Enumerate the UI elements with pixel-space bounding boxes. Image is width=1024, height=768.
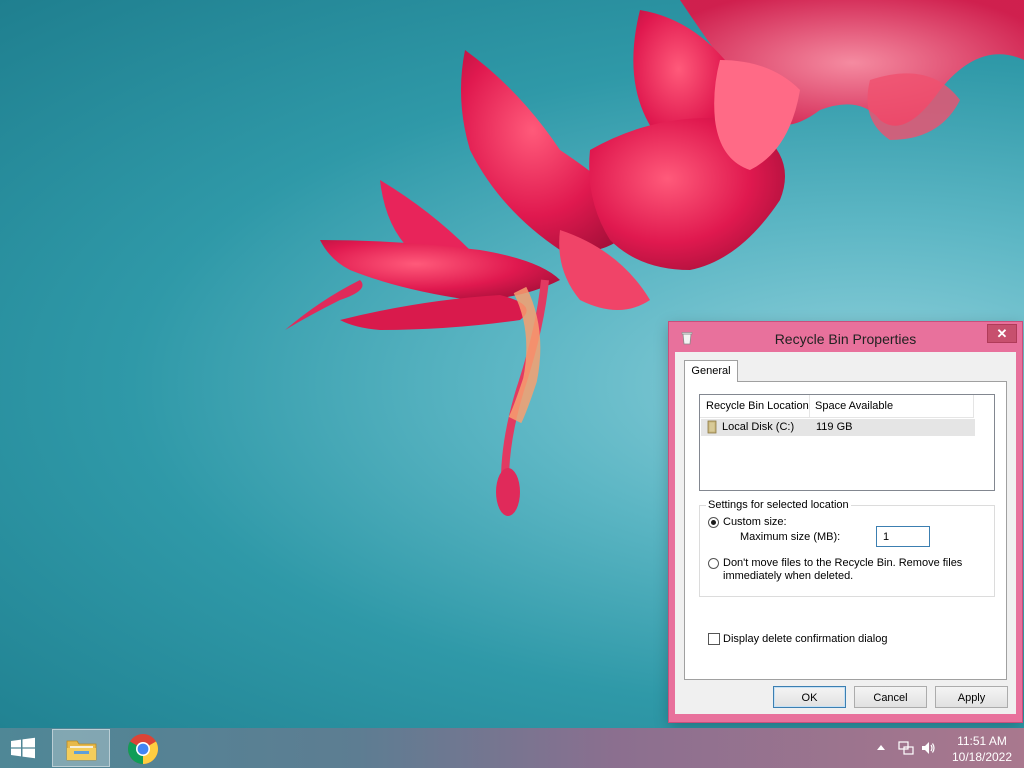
list-item[interactable]: Local Disk (C:) 119 GB xyxy=(701,419,975,436)
dialog-client: General Recycle Bin Location Space Avail… xyxy=(675,352,1016,714)
location-cell: Local Disk (C:) xyxy=(722,421,795,433)
location-list[interactable]: Recycle Bin Location Space Available Loc… xyxy=(699,394,995,491)
recycle-bin-properties-dialog: Recycle Bin Properties ✕ General Recycle… xyxy=(669,322,1022,722)
max-size-input[interactable] xyxy=(876,526,930,547)
list-header: Recycle Bin Location Space Available xyxy=(700,395,974,418)
dont-move-radio[interactable] xyxy=(708,558,719,569)
tab-general[interactable]: General xyxy=(684,360,738,382)
dialog-titlebar[interactable]: Recycle Bin Properties ✕ xyxy=(669,322,1022,354)
delete-confirmation-label[interactable]: Display delete confirmation dialog xyxy=(723,633,887,645)
chrome-icon xyxy=(127,734,159,764)
space-cell: 119 GB xyxy=(816,421,853,433)
chevron-up-icon[interactable] xyxy=(877,744,885,750)
clock-date: 10/18/2022 xyxy=(951,750,1013,764)
general-tab-panel: Recycle Bin Location Space Available Loc… xyxy=(684,381,1007,680)
column-header-location[interactable]: Recycle Bin Location xyxy=(706,400,809,412)
column-header-space[interactable]: Space Available xyxy=(815,400,893,412)
settings-group-label: Settings for selected location xyxy=(706,499,851,511)
drive-icon xyxy=(707,420,717,434)
volume-icon[interactable] xyxy=(920,740,936,756)
delete-confirmation-checkbox[interactable] xyxy=(708,633,720,645)
apply-button[interactable]: Apply xyxy=(935,686,1008,708)
folder-icon xyxy=(66,740,97,761)
custom-size-label[interactable]: Custom size: xyxy=(723,516,787,528)
windows-start-icon[interactable] xyxy=(8,737,38,759)
dialog-title: Recycle Bin Properties xyxy=(774,331,917,347)
network-icon[interactable] xyxy=(898,740,914,756)
dont-move-label-line2[interactable]: immediately when deleted. xyxy=(723,570,853,582)
taskbar: 11:51 AM 10/18/2022 xyxy=(0,728,1024,768)
system-tray xyxy=(874,728,938,768)
settings-group: Settings for selected location Custom si… xyxy=(699,499,995,597)
dont-move-label[interactable]: Don't move files to the Recycle Bin. Rem… xyxy=(723,557,962,569)
close-icon: ✕ xyxy=(996,326,1008,341)
clock-time: 11:51 AM xyxy=(957,734,1007,748)
column-separator[interactable] xyxy=(973,395,974,417)
custom-size-radio[interactable] xyxy=(708,517,719,528)
taskbar-file-explorer[interactable] xyxy=(52,729,110,767)
close-button[interactable]: ✕ xyxy=(987,324,1017,343)
max-size-label: Maximum size (MB): xyxy=(740,531,841,543)
column-separator[interactable] xyxy=(809,395,810,417)
taskbar-clock[interactable]: 11:51 AM 10/18/2022 xyxy=(944,733,1020,765)
cancel-button[interactable]: Cancel xyxy=(854,686,927,708)
taskbar-chrome[interactable] xyxy=(114,729,172,767)
ok-button[interactable]: OK xyxy=(773,686,846,708)
